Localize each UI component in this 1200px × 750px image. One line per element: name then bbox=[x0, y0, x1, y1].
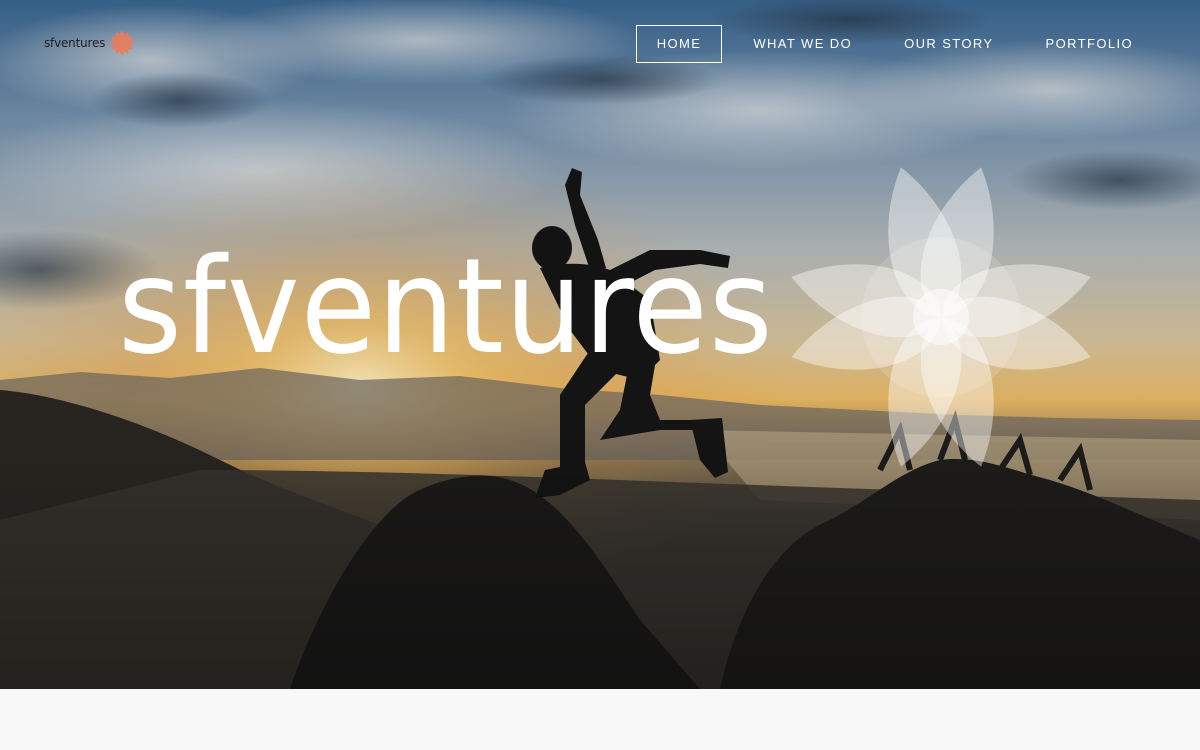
nav-what-we-do[interactable]: WHAT WE DO bbox=[732, 25, 873, 63]
hero-section: sfventures HOME WHAT WE DO OUR STORY POR… bbox=[0, 0, 1200, 689]
logo-link[interactable]: sfventures bbox=[44, 28, 137, 58]
nav-home[interactable]: HOME bbox=[635, 25, 723, 63]
logo-text: sfventures bbox=[44, 36, 106, 50]
below-hero-section bbox=[0, 689, 1200, 750]
main-nav: HOME WHAT WE DO OUR STORY PORTFOLIO bbox=[626, 25, 1154, 63]
starburst-flower-icon bbox=[110, 31, 135, 55]
nav-our-story[interactable]: OUR STORY bbox=[883, 25, 1014, 63]
hero-title: sfventures bbox=[118, 230, 774, 384]
page: sfventures HOME WHAT WE DO OUR STORY POR… bbox=[0, 0, 1200, 750]
six-petal-flower-icon bbox=[791, 167, 1091, 467]
nav-portfolio[interactable]: PORTFOLIO bbox=[1025, 25, 1154, 63]
